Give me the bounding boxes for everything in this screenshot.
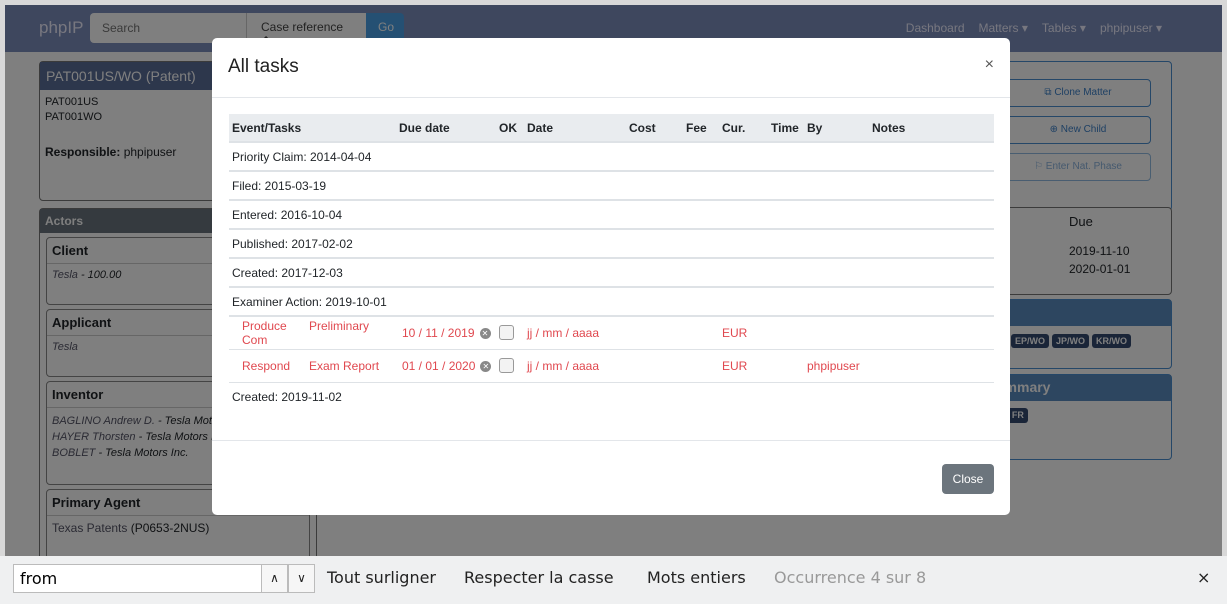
by-input[interactable]: phpipuser [804, 349, 869, 383]
clear-icon[interactable]: ✕ [479, 328, 491, 340]
match-case-toggle[interactable]: Respecter la casse [464, 568, 614, 587]
close-icon[interactable]: × [985, 56, 994, 74]
due-date-input[interactable]: 01 / 01 / 2020 [402, 359, 475, 373]
col-due: Due date [396, 114, 496, 143]
event-row: Published: 2017-02-02 [229, 229, 994, 259]
task-detail[interactable]: Exam Report [309, 359, 379, 373]
col-cost: Cost [626, 114, 683, 143]
task-row: Produce Preliminary Com 10 / 11 / 2019 ✕ j… [229, 316, 994, 350]
task-name[interactable]: Produce [242, 319, 309, 333]
cost-input[interactable] [626, 316, 683, 350]
find-next-button[interactable]: ∨ [288, 564, 315, 593]
col-event: Event/Tasks [229, 114, 396, 143]
done-checkbox[interactable] [499, 325, 514, 341]
col-notes: Notes [869, 114, 994, 143]
clear-icon[interactable]: ✕ [480, 360, 492, 372]
fee-input[interactable] [683, 349, 719, 383]
modal-title: All tasks [228, 56, 299, 77]
col-date: Date [524, 114, 626, 143]
time-input[interactable] [768, 349, 804, 383]
event-row: Priority Claim: 2014-04-04 [229, 142, 994, 172]
col-time: Time [768, 114, 804, 143]
find-previous-button[interactable]: ∧ [261, 564, 288, 593]
time-input[interactable] [768, 316, 804, 350]
done-date-input[interactable]: jj / mm / aaaa [524, 349, 626, 383]
col-ok: OK [496, 114, 524, 143]
task-name[interactable]: Respond [242, 359, 309, 373]
highlight-all-toggle[interactable]: Tout surligner [327, 568, 436, 587]
close-button[interactable]: Close [942, 464, 994, 494]
notes-input[interactable] [869, 316, 994, 350]
due-date-input[interactable]: 10 / 11 / 2019 [402, 326, 475, 340]
col-fee: Fee [683, 114, 719, 143]
event-row: Entered: 2016-10-04 [229, 200, 994, 230]
all-tasks-modal: All tasks × Event/Tasks Due date OK Date… [212, 38, 1010, 515]
find-bar: ∧ ∨ Tout surligner Respecter la casse Mo… [0, 556, 1227, 604]
task-row: Respond Exam Report 01 / 01 / 2020 ✕ jj / … [229, 349, 994, 383]
event-row: Filed: 2015-03-19 [229, 171, 994, 201]
whole-words-toggle[interactable]: Mots entiers [647, 568, 746, 587]
tasks-table: Event/Tasks Due date OK Date Cost Fee Cu… [229, 114, 994, 411]
done-date-input[interactable]: jj / mm / aaaa [524, 316, 626, 350]
find-status: Occurrence 4 sur 8 [774, 568, 927, 587]
event-row: Examiner Action: 2019-10-01 [229, 287, 994, 317]
col-by: By [804, 114, 869, 143]
fee-input[interactable] [683, 316, 719, 350]
currency-input[interactable]: EUR [719, 349, 768, 383]
find-input[interactable] [13, 564, 262, 593]
currency-input[interactable]: EUR [719, 316, 768, 350]
close-find-icon[interactable]: × [1197, 568, 1210, 587]
cost-input[interactable] [626, 349, 683, 383]
by-input[interactable] [804, 316, 869, 350]
event-row: Created: 2017-12-03 [229, 258, 994, 288]
col-cur: Cur. [719, 114, 768, 143]
app-page: phpIP Case reference ⬍ Go Dashboard Matt… [5, 5, 1222, 556]
notes-input[interactable] [869, 349, 994, 383]
event-row: Created: 2019-11-02 [232, 389, 342, 404]
done-checkbox[interactable] [499, 358, 514, 374]
